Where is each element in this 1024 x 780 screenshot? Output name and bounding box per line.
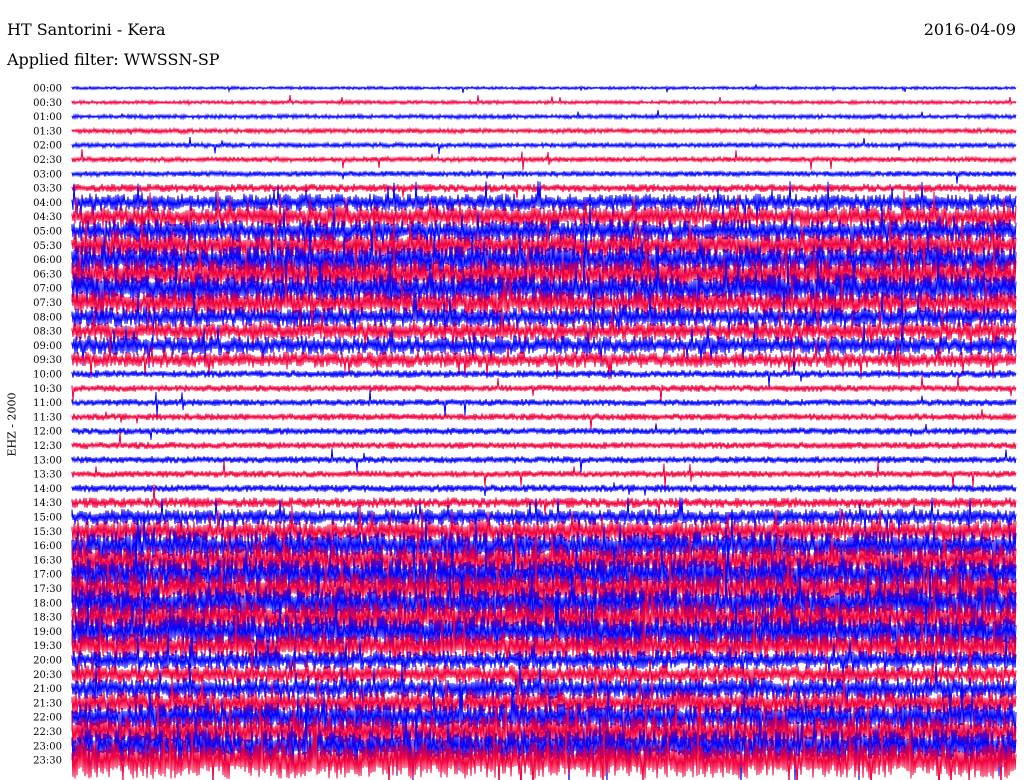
time-tick-label: 18:00	[33, 598, 62, 609]
time-tick-label: 14:00	[33, 484, 62, 495]
time-tick-label: 12:30	[33, 441, 62, 452]
trace-1030	[71, 376, 1017, 403]
trace-1300	[71, 448, 1017, 473]
time-tick-label: 04:30	[33, 212, 62, 223]
time-tick-label: 05:00	[33, 227, 62, 238]
trace-0100	[71, 109, 1017, 121]
trace-0230	[71, 149, 1017, 171]
trace-1330	[71, 460, 1017, 489]
time-tick-label: 02:00	[33, 141, 62, 152]
time-tick-label: 16:30	[33, 555, 62, 566]
time-tick-label: 09:00	[33, 341, 62, 352]
time-tick-label: 01:30	[33, 126, 62, 137]
time-tick-label: 06:00	[33, 255, 62, 266]
time-tick-label: 20:30	[33, 670, 62, 681]
trace-0000	[71, 84, 1017, 93]
time-tick-label: 14:30	[33, 498, 62, 509]
time-tick-label: 21:30	[33, 698, 62, 709]
time-tick-label: 07:00	[33, 284, 62, 295]
time-tick-label: 13:30	[33, 470, 62, 481]
trace-1130	[71, 409, 1017, 430]
time-tick-label: 08:30	[33, 327, 62, 338]
trace-1200	[71, 423, 1017, 440]
time-tick-label: 15:30	[33, 527, 62, 538]
time-tick-label: 05:30	[33, 241, 62, 252]
time-tick-label: 08:00	[33, 312, 62, 323]
time-tick-label: 00:30	[33, 98, 62, 109]
time-tick-label: 20:00	[33, 656, 62, 667]
time-tick-label: 18:30	[33, 613, 62, 624]
time-tick-label: 10:00	[33, 370, 62, 381]
trace-0330	[71, 183, 1017, 199]
time-tick-label: 10:30	[33, 384, 62, 395]
trace-0130	[71, 126, 1017, 136]
trace-1400	[71, 482, 1017, 496]
trace-1230	[71, 431, 1017, 451]
time-tick-label: 00:00	[33, 84, 62, 95]
time-tick-label: 17:30	[33, 584, 62, 595]
time-tick-label: 03:30	[33, 184, 62, 195]
trace-0030	[71, 95, 1017, 107]
time-tick-label: 13:00	[33, 455, 62, 466]
time-tick-label: 15:00	[33, 513, 62, 524]
time-tick-label: 23:00	[33, 741, 62, 752]
time-tick-label: 19:00	[33, 627, 62, 638]
helicorder-plot: 00:00 00:30 01:00 01:30 02:00 02:30 03:00 03:30…	[33, 84, 1017, 780]
time-tick-label: 17:00	[33, 570, 62, 581]
trace-0200	[71, 137, 1017, 155]
time-tick-label: 11:00	[33, 398, 62, 409]
time-tick-label: 09:30	[33, 355, 62, 366]
time-tick-label: 06:30	[33, 269, 62, 280]
time-tick-label: 22:30	[33, 727, 62, 738]
time-tick-label: 22:00	[33, 713, 62, 724]
time-tick-label: 19:30	[33, 641, 62, 652]
time-tick-label: 03:00	[33, 169, 62, 180]
time-tick-label: 07:30	[33, 298, 62, 309]
time-tick-label: 04:00	[33, 198, 62, 209]
time-tick-label: 01:00	[33, 112, 62, 123]
trace-0300	[71, 169, 1017, 184]
time-tick-label: 23:30	[33, 756, 62, 767]
time-tick-label: 21:00	[33, 684, 62, 695]
trace-1100	[71, 390, 1017, 417]
time-tick-label: 12:00	[33, 427, 62, 438]
time-tick-label: 11:30	[33, 412, 62, 423]
time-tick-label: 16:00	[33, 541, 62, 552]
time-tick-label: 02:30	[33, 155, 62, 166]
